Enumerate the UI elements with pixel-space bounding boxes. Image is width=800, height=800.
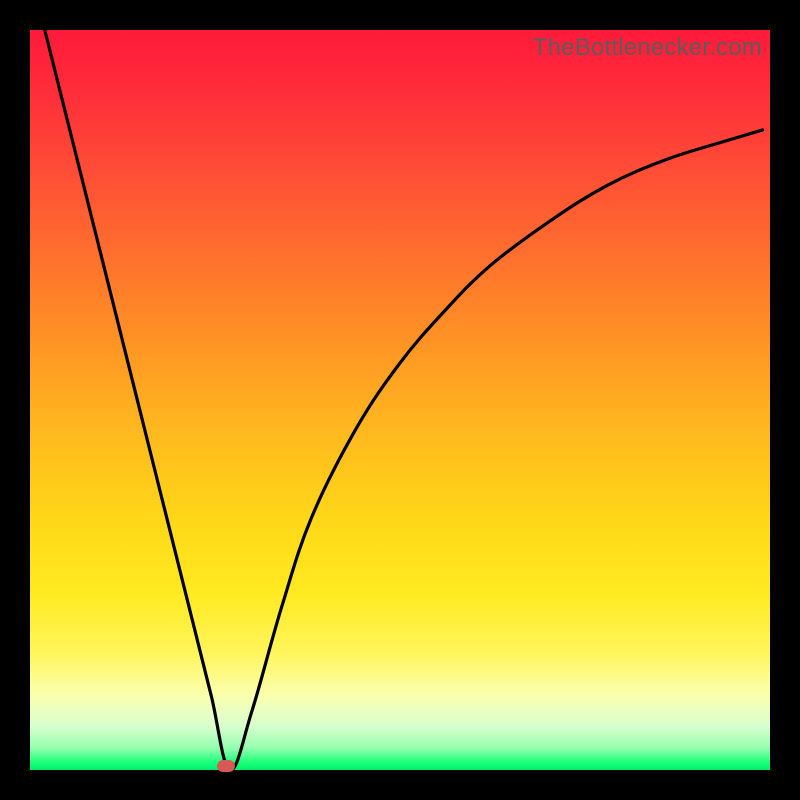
optimum-marker [217, 760, 235, 772]
chart-frame: TheBottlenecker.com [0, 0, 800, 800]
curve-path [45, 30, 763, 770]
bottleneck-curve [30, 30, 770, 770]
plot-area: TheBottlenecker.com [30, 30, 770, 770]
